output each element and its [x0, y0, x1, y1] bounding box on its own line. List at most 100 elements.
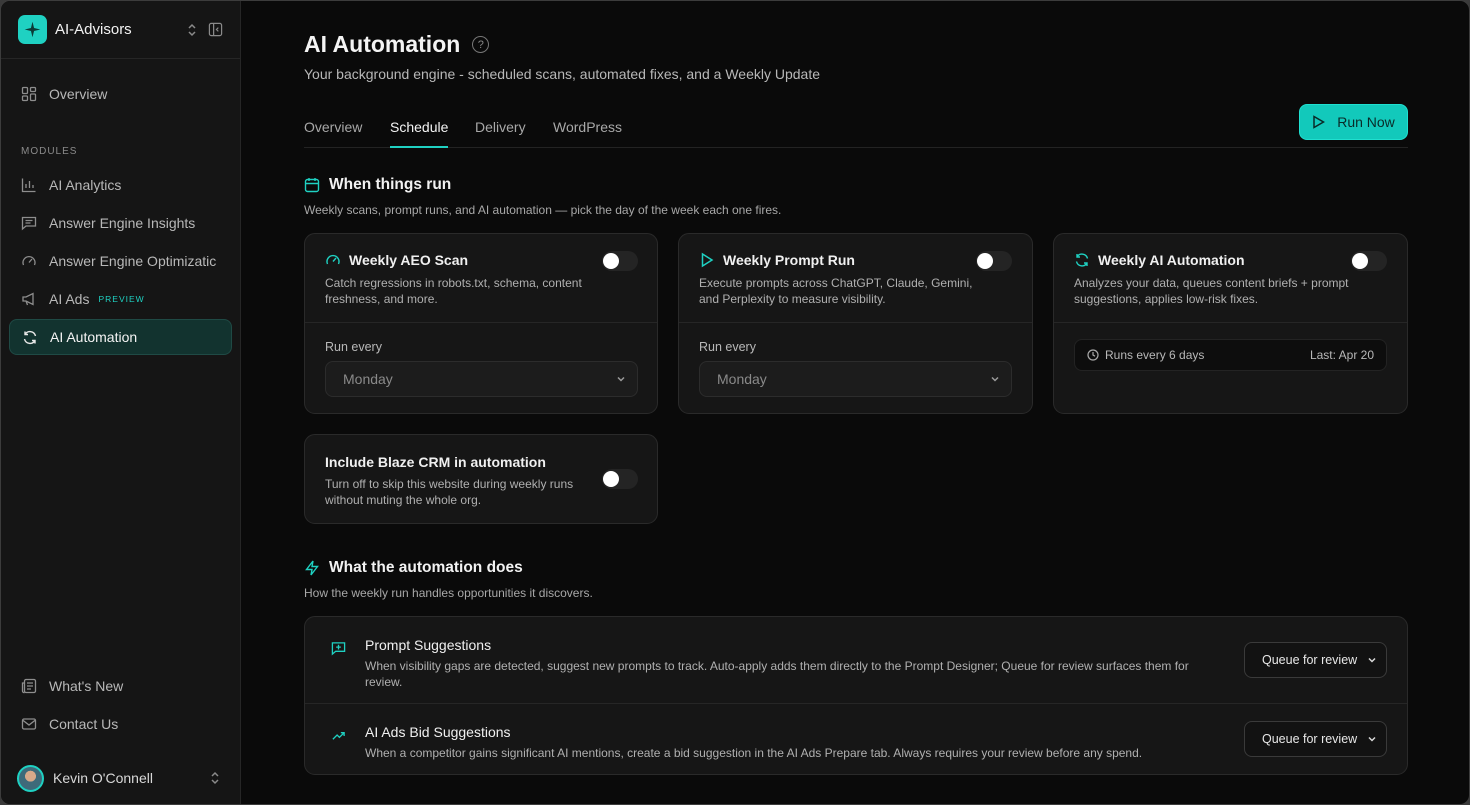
run-every-label: Run every [325, 340, 382, 354]
bar-chart-icon [21, 177, 37, 193]
card-description: Catch regressions in robots.txt, schema,… [325, 276, 582, 306]
ai-automation-toggle[interactable] [1351, 251, 1387, 271]
prompt-run-toggle[interactable] [976, 251, 1012, 271]
newspaper-icon [21, 678, 37, 694]
page-title: AI Automation ? [304, 31, 490, 58]
user-menu[interactable]: Kevin O'Connell [17, 764, 225, 792]
card-title-text: Weekly AEO Scan [349, 252, 469, 268]
divider [1054, 322, 1407, 323]
megaphone-icon [21, 291, 37, 307]
sidebar-item-answer-engine-optimization[interactable]: Answer Engine Optimizatic [9, 243, 232, 279]
sidebar-item-label: AI Automation [50, 329, 138, 345]
run-now-label: Run Now [1337, 114, 1395, 130]
list-item: AI Ads Bid Suggestions When a competitor… [305, 704, 1407, 776]
rule-title: AI Ads Bid Suggestions [365, 724, 511, 740]
page-subtitle: Your background engine - scheduled scans… [304, 66, 820, 82]
card-description: Execute prompts across ChatGPT, Claude, … [699, 276, 973, 306]
preview-badge: PREVIEW [98, 294, 145, 304]
section-title-schedule: When things run [304, 176, 451, 194]
chevron-down-icon [989, 373, 1001, 385]
sidebar: AI-Advisors Overview MODULES AI Analytic… [1, 1, 241, 804]
sidebar-item-label: Overview [49, 86, 108, 102]
sidebar-item-label: What's New [49, 678, 124, 694]
help-icon[interactable]: ? [472, 36, 490, 53]
tab-schedule[interactable]: Schedule [390, 119, 449, 148]
prompt-run-day-select[interactable]: Monday [699, 361, 1012, 397]
modules-heading: MODULES [21, 146, 78, 157]
sidebar-item-contact-us[interactable]: Contact Us [9, 706, 232, 742]
chevron-down-icon [1366, 654, 1378, 666]
card-title: Weekly AI Automation [1074, 252, 1245, 268]
chevron-down-icon [1366, 733, 1378, 745]
rule-title: Prompt Suggestions [365, 637, 492, 653]
card-description: Analyzes your data, queues content brief… [1074, 276, 1349, 306]
card-include-crm: Include Blaze CRM in automation Turn off… [304, 434, 658, 524]
select-value: Monday [717, 371, 767, 387]
gauge-icon [325, 252, 341, 268]
sidebar-item-label: AI Ads [49, 291, 90, 307]
sidebar-item-label: Contact Us [49, 716, 119, 732]
tab-bar: Overview Schedule Delivery WordPress [304, 107, 1408, 148]
run-now-button[interactable]: Run Now [1299, 104, 1408, 140]
play-icon [699, 252, 715, 268]
run-every-label: Run every [699, 340, 756, 354]
card-weekly-ai-automation: Weekly AI Automation Analyzes your data,… [1053, 233, 1408, 414]
tab-delivery[interactable]: Delivery [475, 119, 526, 148]
refresh-icon [1074, 252, 1090, 268]
sidebar-item-overview[interactable]: Overview [9, 76, 232, 112]
brand-name: AI-Advisors [55, 21, 132, 38]
card-description: Turn off to skip this website during wee… [325, 477, 574, 507]
section-title-automation: What the automation does [304, 559, 523, 577]
sidebar-item-ai-ads[interactable]: AI Ads PREVIEW [9, 281, 232, 317]
aeo-scan-day-select[interactable]: Monday [325, 361, 638, 397]
section-title-text: What the automation does [329, 559, 523, 576]
collapse-sidebar-icon[interactable] [208, 22, 223, 37]
section-subtitle-schedule: Weekly scans, prompt runs, and AI automa… [304, 203, 782, 217]
include-crm-toggle[interactable] [602, 469, 638, 489]
section-title-text: When things run [329, 176, 452, 193]
divider [679, 322, 1032, 323]
clock-icon [1087, 349, 1099, 361]
divider [305, 322, 657, 323]
prompt-suggestions-mode-select[interactable]: Queue for review [1244, 642, 1387, 678]
select-value: Monday [343, 371, 393, 387]
card-title-text: Include Blaze CRM in automation [325, 454, 546, 470]
list-item: Prompt Suggestions When visibility gaps … [305, 617, 1407, 703]
card-weekly-prompt-run: Weekly Prompt Run Execute prompts across… [678, 233, 1033, 414]
grid-icon [21, 86, 37, 102]
sidebar-item-ai-automation[interactable]: AI Automation [9, 319, 232, 355]
chevron-updown-icon[interactable] [186, 23, 198, 37]
sidebar-item-answer-engine-insights[interactable]: Answer Engine Insights [9, 205, 232, 241]
gauge-icon [21, 253, 37, 269]
avatar [17, 764, 44, 792]
calendar-icon [304, 177, 320, 193]
card-title: Weekly Prompt Run [699, 252, 855, 268]
rule-description: When a competitor gains significant AI m… [365, 746, 1143, 760]
refresh-icon [22, 329, 38, 345]
trending-up-icon [331, 728, 347, 744]
ai-ads-bid-mode-select[interactable]: Queue for review [1244, 721, 1387, 757]
page-title-text: AI Automation [304, 31, 461, 57]
sidebar-item-whats-new[interactable]: What's New [9, 668, 232, 704]
chevron-updown-icon [209, 771, 221, 785]
section-subtitle-automation: How the weekly run handles opportunities… [304, 586, 593, 600]
user-name: Kevin O'Connell [53, 770, 153, 786]
card-title-text: Weekly Prompt Run [723, 252, 855, 268]
tab-overview[interactable]: Overview [304, 119, 362, 148]
tab-wordpress[interactable]: WordPress [553, 119, 622, 148]
aeo-scan-toggle[interactable] [602, 251, 638, 271]
message-plus-icon [331, 641, 347, 657]
workspace-switcher[interactable]: AI-Advisors [1, 1, 240, 59]
select-value: Queue for review [1262, 653, 1358, 667]
card-title-text: Weekly AI Automation [1098, 252, 1245, 268]
card-weekly-aeo-scan: Weekly AEO Scan Catch regressions in rob… [304, 233, 658, 414]
sidebar-item-label: Answer Engine Optimizatic [49, 253, 217, 269]
play-icon [1313, 115, 1326, 129]
sidebar-item-ai-analytics[interactable]: AI Analytics [9, 167, 232, 203]
runs-frequency: Runs every 6 days [1105, 348, 1205, 362]
toggle-knob [977, 253, 993, 269]
toggle-knob [603, 253, 619, 269]
brand-logo-icon [18, 15, 47, 44]
main-content: AI Automation ? Your background engine -… [241, 1, 1469, 804]
sidebar-item-label: AI Analytics [49, 177, 122, 193]
